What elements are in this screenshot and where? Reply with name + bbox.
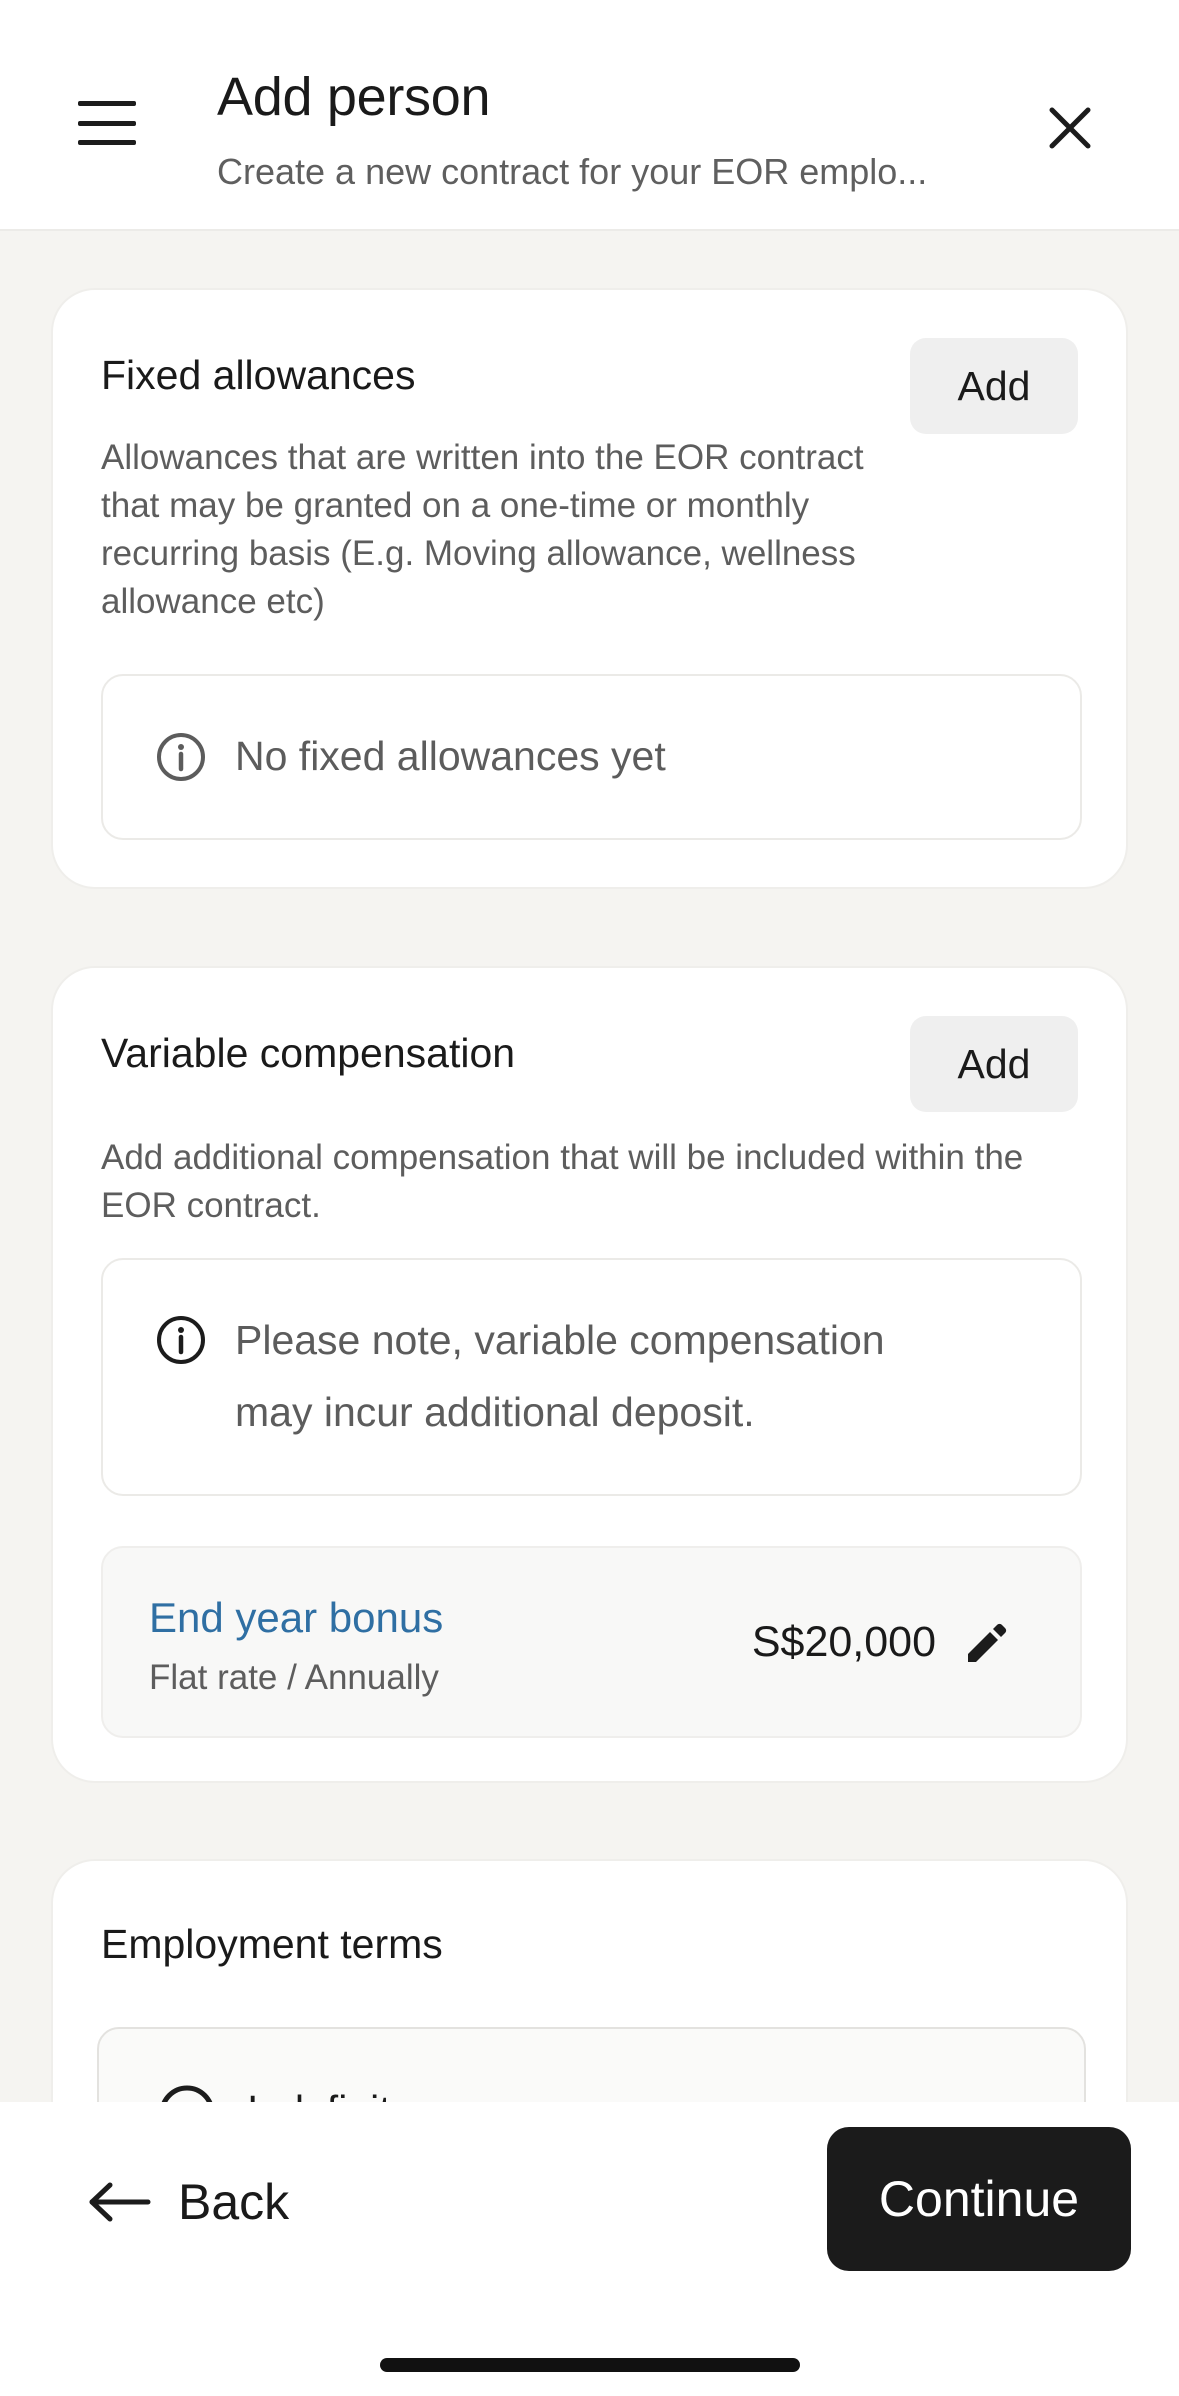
add-fixed-allowance-button[interactable]: Add — [910, 338, 1078, 434]
app-header: Add person Create a new contract for you… — [0, 0, 1179, 231]
employment-terms-title: Employment terms — [101, 1921, 443, 1967]
variable-compensation-title: Variable compensation — [101, 1030, 516, 1076]
arrow-left-icon — [89, 2182, 151, 2222]
close-icon[interactable] — [1040, 98, 1100, 158]
variable-compensation-note: Please note, variable compensation may i… — [101, 1258, 1082, 1496]
empty-state-text: No fixed allowances yet — [235, 733, 666, 779]
note-line-1: Please note, variable compensation — [235, 1317, 885, 1363]
bonus-name-link[interactable]: End year bonus — [149, 1594, 443, 1642]
page-subtitle: Create a new contract for your EOR emplo… — [217, 151, 928, 192]
bottom-action-bar: Back Continue — [0, 2102, 1179, 2396]
info-circle-icon — [157, 1316, 205, 1364]
info-circle-icon — [157, 733, 205, 781]
page-title: Add person — [217, 67, 491, 127]
fixed-allowances-title: Fixed allowances — [101, 352, 416, 398]
variable-compensation-description: Add additional compensation that will be… — [101, 1138, 1024, 1225]
back-label: Back — [178, 2174, 290, 2230]
variable-compensation-card: Variable compensation Add Add additional… — [51, 966, 1128, 1783]
note-line-2: may incur additional deposit. — [235, 1389, 755, 1435]
back-button[interactable]: Back — [88, 2172, 289, 2232]
hamburger-menu-icon[interactable] — [78, 101, 136, 145]
home-indicator — [380, 2358, 800, 2372]
bonus-amount: S$20,000 — [751, 1618, 936, 1666]
pencil-icon[interactable] — [962, 1622, 1008, 1668]
fixed-allowances-empty-state: No fixed allowances yet — [101, 674, 1082, 840]
fixed-allowances-card: Fixed allowances Add Allowances that are… — [51, 288, 1128, 889]
bonus-meta: Flat rate / Annually — [149, 1658, 439, 1697]
fixed-allowances-description: Allowances that are written into the EOR… — [101, 438, 864, 621]
add-person-screen: Add person Create a new contract for you… — [0, 0, 1179, 2396]
continue-button[interactable]: Continue — [827, 2127, 1131, 2271]
add-variable-compensation-button[interactable]: Add — [910, 1016, 1078, 1112]
variable-compensation-item[interactable]: End year bonus Flat rate / Annually S$20… — [101, 1546, 1082, 1738]
